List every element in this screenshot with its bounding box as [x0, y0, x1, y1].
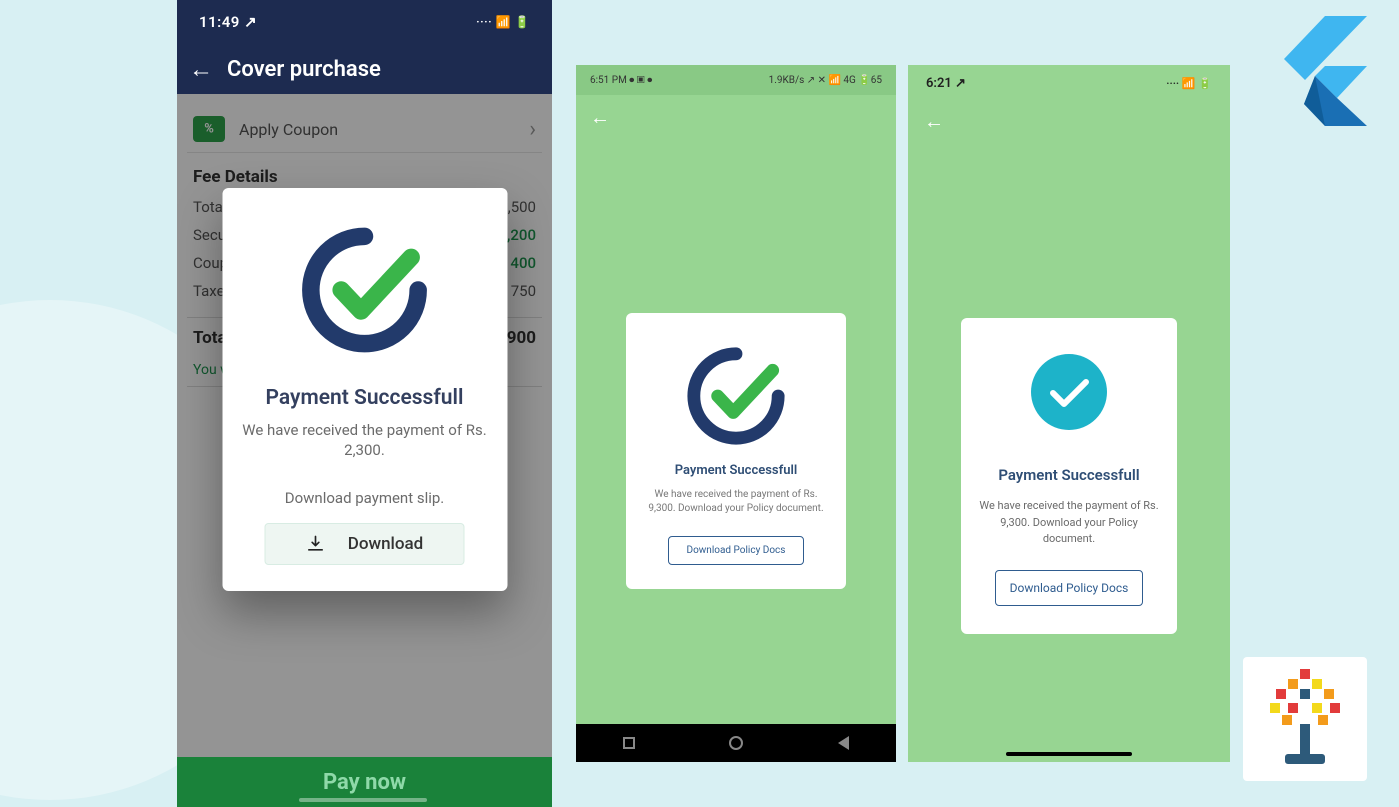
payment-success-card: Payment Successfull We have received the… — [961, 318, 1177, 634]
canvas: 11:49 ↗ ···· 📶 🔋 ← Cover purchase Apply … — [0, 0, 1399, 807]
back-icon[interactable]: ← — [576, 95, 896, 140]
success-check-icon — [295, 220, 435, 360]
status-bar: 6:21 ↗ ···· 📶 🔋 — [908, 65, 1230, 101]
download-button[interactable]: Download — [265, 523, 465, 565]
android-nav-bar — [576, 724, 896, 762]
page-title: Cover purchase — [227, 57, 381, 82]
overview-icon[interactable] — [623, 737, 635, 749]
download-policy-label: Download Policy Docs — [687, 545, 786, 556]
status-bar: 11:49 ↗ ···· 📶 🔋 — [177, 0, 552, 44]
back-icon[interactable]: ← — [908, 101, 1230, 142]
app-bar: ← Cover purchase — [177, 44, 552, 94]
download-policy-label: Download Policy Docs — [1010, 581, 1129, 595]
back-nav-icon[interactable] — [838, 736, 849, 750]
success-check-icon — [1031, 354, 1107, 430]
dialog-subtext: Download payment slip. — [240, 489, 489, 507]
status-right: ···· 📶 🔋 — [1166, 77, 1212, 90]
flutter-logo-icon — [1277, 16, 1367, 126]
phone-screenshot-1: 11:49 ↗ ···· 📶 🔋 ← Cover purchase Apply … — [177, 0, 552, 807]
phone-screenshot-3: 6:21 ↗ ···· 📶 🔋 ← Payment Successfull We… — [908, 65, 1230, 762]
success-check-icon — [681, 341, 791, 451]
phone-screenshot-2: 6:51 PM ⏺ ▣ ⏺ 1.9KB/s ↗ ✕ 📶 4G 🔋65 ← Pay… — [576, 65, 896, 762]
payment-success-dialog: Payment Successfull We have received the… — [222, 188, 507, 591]
download-button-label: Download — [348, 534, 424, 554]
dialog-title: Payment Successfull — [240, 386, 489, 410]
home-icon[interactable] — [729, 736, 743, 750]
pay-now-label: Pay now — [323, 770, 406, 795]
card-message: We have received the payment of Rs. 9,30… — [979, 498, 1159, 548]
pay-now-button[interactable]: Pay now — [177, 757, 552, 807]
dialog-message: We have received the payment of Rs. 2,30… — [240, 420, 489, 461]
status-bar: 6:51 PM ⏺ ▣ ⏺ 1.9KB/s ↗ ✕ 📶 4G 🔋65 — [576, 65, 896, 95]
back-icon[interactable]: ← — [189, 57, 213, 81]
status-right: 1.9KB/s ↗ ✕ 📶 4G 🔋65 — [769, 75, 882, 86]
download-icon — [306, 534, 326, 554]
status-left: 6:51 PM ⏺ ▣ ⏺ — [590, 75, 652, 86]
card-title: Payment Successfull — [644, 463, 828, 478]
status-time: 6:21 ↗ — [926, 76, 966, 91]
download-policy-button[interactable]: Download Policy Docs — [995, 570, 1144, 606]
status-right: ···· 📶 🔋 — [476, 15, 530, 29]
card-message: We have received the payment of Rs. 9,30… — [644, 488, 828, 516]
status-time: 11:49 ↗ — [199, 13, 257, 31]
pixel-tree-logo-icon — [1243, 657, 1367, 781]
ios-home-indicator[interactable] — [1006, 752, 1132, 756]
download-policy-button[interactable]: Download Policy Docs — [668, 536, 805, 565]
payment-success-card: Payment Successfull We have received the… — [626, 313, 846, 589]
card-title: Payment Successfull — [979, 466, 1159, 484]
